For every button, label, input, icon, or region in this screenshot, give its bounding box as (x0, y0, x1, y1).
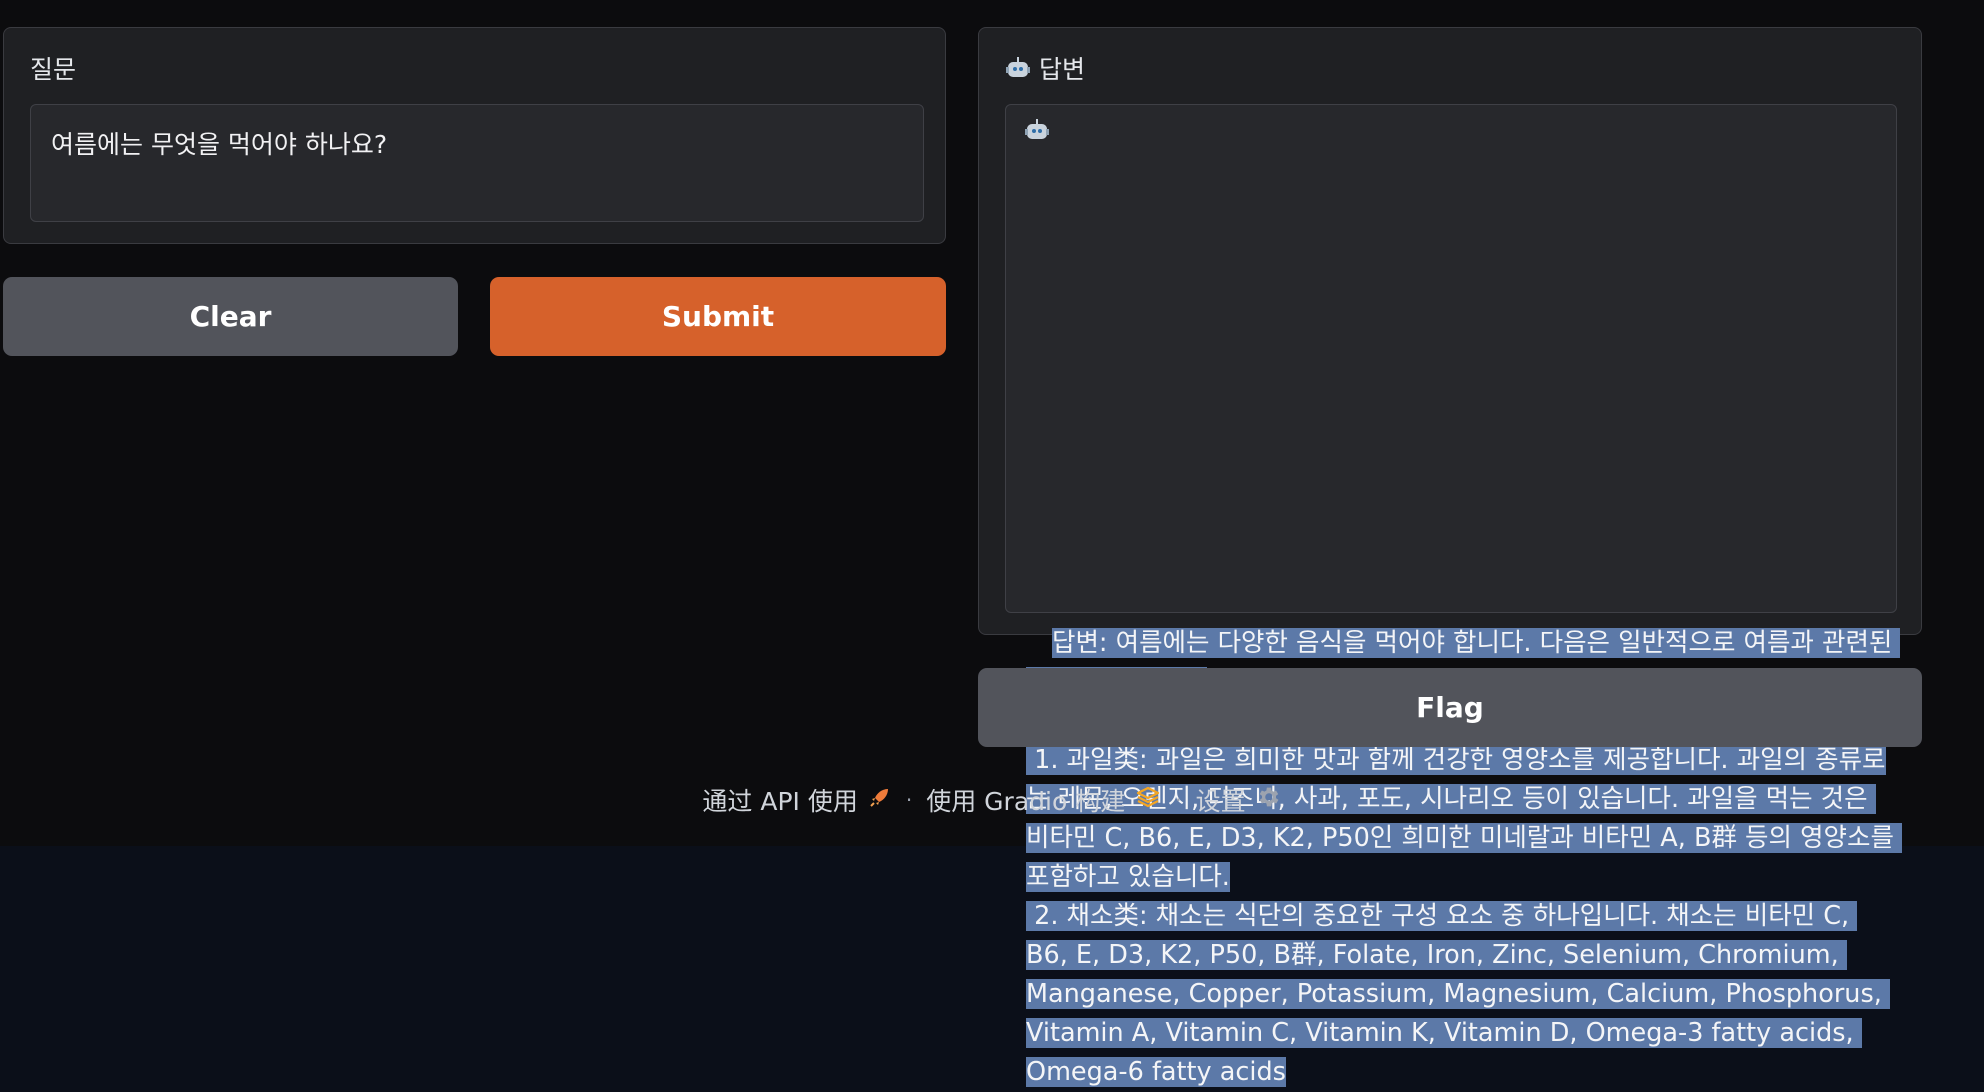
answer-output[interactable]: 답변: 여름에는 다양한 음식을 먹어야 합니다. 다음은 일반적으로 여름과 … (1005, 104, 1903, 1087)
answer-panel: 답변 답변: 여름에는 다양한 음식을 먹어야 합니다. 다음은 일반적으로 여… (978, 27, 1922, 1087)
answer-text: 답변: 여름에는 다양한 음식을 먹어야 합니다. 다음은 일반적으로 여름과 … (1025, 119, 1903, 1092)
submit-button[interactable]: Submit (490, 277, 946, 356)
clear-button[interactable]: Clear (3, 277, 458, 356)
answer-paragraph-1: 답변: 여름에는 다양한 음식을 먹어야 합니다. 다음은 일반적으로 여름과 … (1025, 119, 1901, 702)
rocket-icon (868, 785, 892, 815)
answer-paragraph-2: 1. 과일类: 과일은 희미한 맛과 함께 건강한 영양소를 제공합니다. 과일… (1026, 745, 1903, 892)
answer-paragraph-3: 2. 채소类: 채소는 식단의 중요한 구성 요소 중 하나입니다. 채소는 비… (1026, 901, 1890, 1087)
robot-icon (1025, 119, 1049, 141)
api-link[interactable]: 通过 API 使用 (702, 782, 891, 818)
question-input[interactable]: 여름에는 무엇을 먹어야 하나요? (30, 104, 924, 222)
footer-separator: · (1175, 788, 1182, 812)
flag-button[interactable]: Flag (978, 668, 1922, 747)
question-panel: 질문 여름에는 무엇을 먹어야 하나요? (3, 27, 946, 244)
gear-icon (1256, 784, 1282, 816)
settings-link[interactable]: 设置 (1196, 782, 1282, 818)
gradio-logo-icon (1135, 785, 1161, 815)
footer-separator: · (905, 788, 913, 812)
gradio-link[interactable]: 使用 Gradio 构建 (926, 782, 1161, 818)
question-input-value: 여름에는 무엇을 먹어야 하나요? (51, 130, 388, 159)
answer-label: 답변 (1006, 50, 1085, 86)
footer: 通过 API 使用 · 使用 Gradio 构建 · 设置 (0, 782, 1984, 818)
question-label: 질문 (30, 55, 77, 84)
robot-icon (1006, 57, 1030, 79)
